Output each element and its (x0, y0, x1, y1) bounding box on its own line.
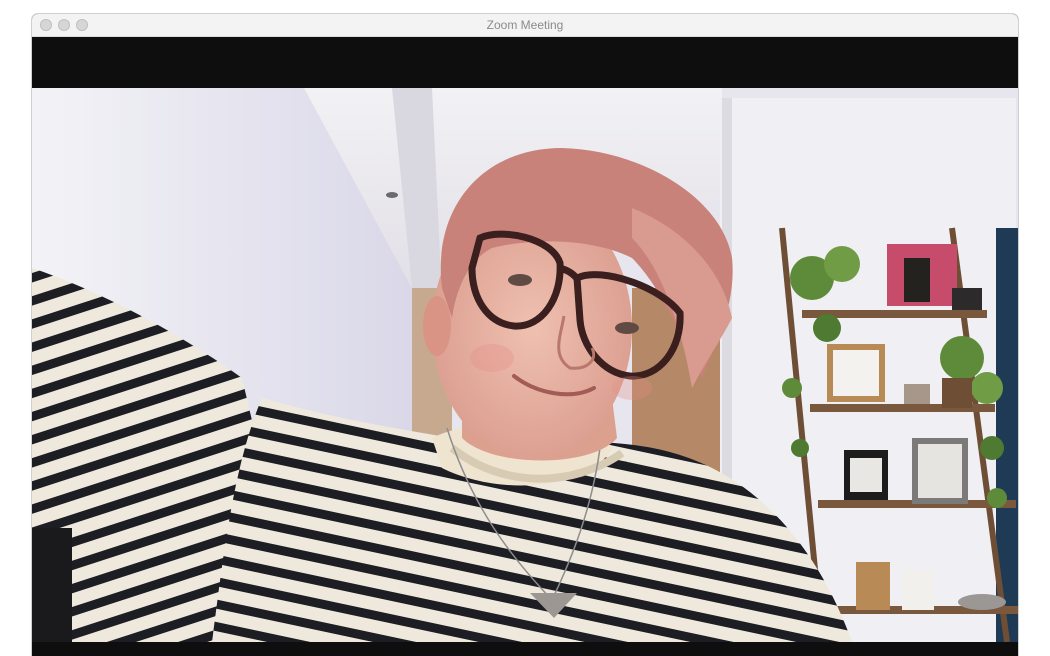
ceiling-light (386, 192, 398, 198)
title-bar[interactable]: Zoom Meeting (32, 14, 1018, 37)
zoom-window: Zoom Meeting (32, 14, 1018, 656)
participant-video[interactable] (32, 88, 1018, 642)
chair-back (32, 528, 72, 642)
window-title: Zoom Meeting (486, 18, 564, 32)
video-frame (32, 88, 1018, 642)
meeting-video-area (32, 37, 1018, 656)
